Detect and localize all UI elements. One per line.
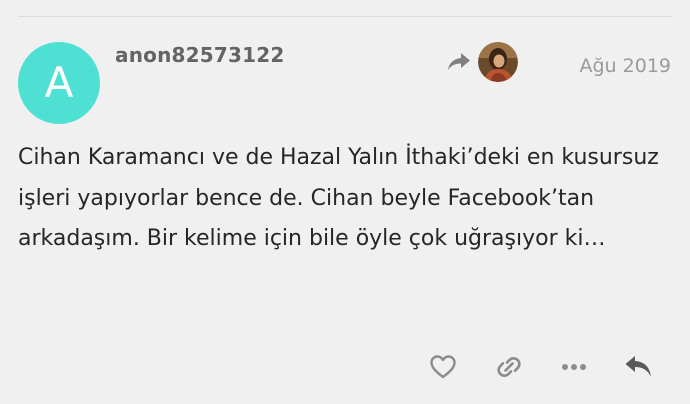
reply-to-indicator[interactable] <box>446 42 518 82</box>
more-button[interactable] <box>557 350 591 384</box>
reply-button[interactable] <box>622 350 656 384</box>
copy-link-button[interactable] <box>492 350 526 384</box>
username[interactable]: anon82573122 <box>115 43 284 67</box>
post-body: Cihan Karamancı ve de Hazal Yalın İthaki… <box>18 145 659 251</box>
avatar-letter: A <box>44 58 74 107</box>
divider <box>18 16 672 17</box>
avatar[interactable]: A <box>18 42 100 124</box>
reply-icon <box>625 356 651 377</box>
post-actions <box>0 350 690 384</box>
heart-icon <box>430 355 456 379</box>
link-icon <box>497 356 521 378</box>
like-button[interactable] <box>426 350 460 384</box>
share-reply-icon <box>448 53 470 70</box>
ellipsis-icon <box>562 364 586 370</box>
post-date[interactable]: Ağu 2019 <box>580 55 672 77</box>
post: A anon82573122 Ağu 2019 Cihan Karamancı … <box>0 0 690 404</box>
reply-to-avatar[interactable] <box>478 42 518 82</box>
